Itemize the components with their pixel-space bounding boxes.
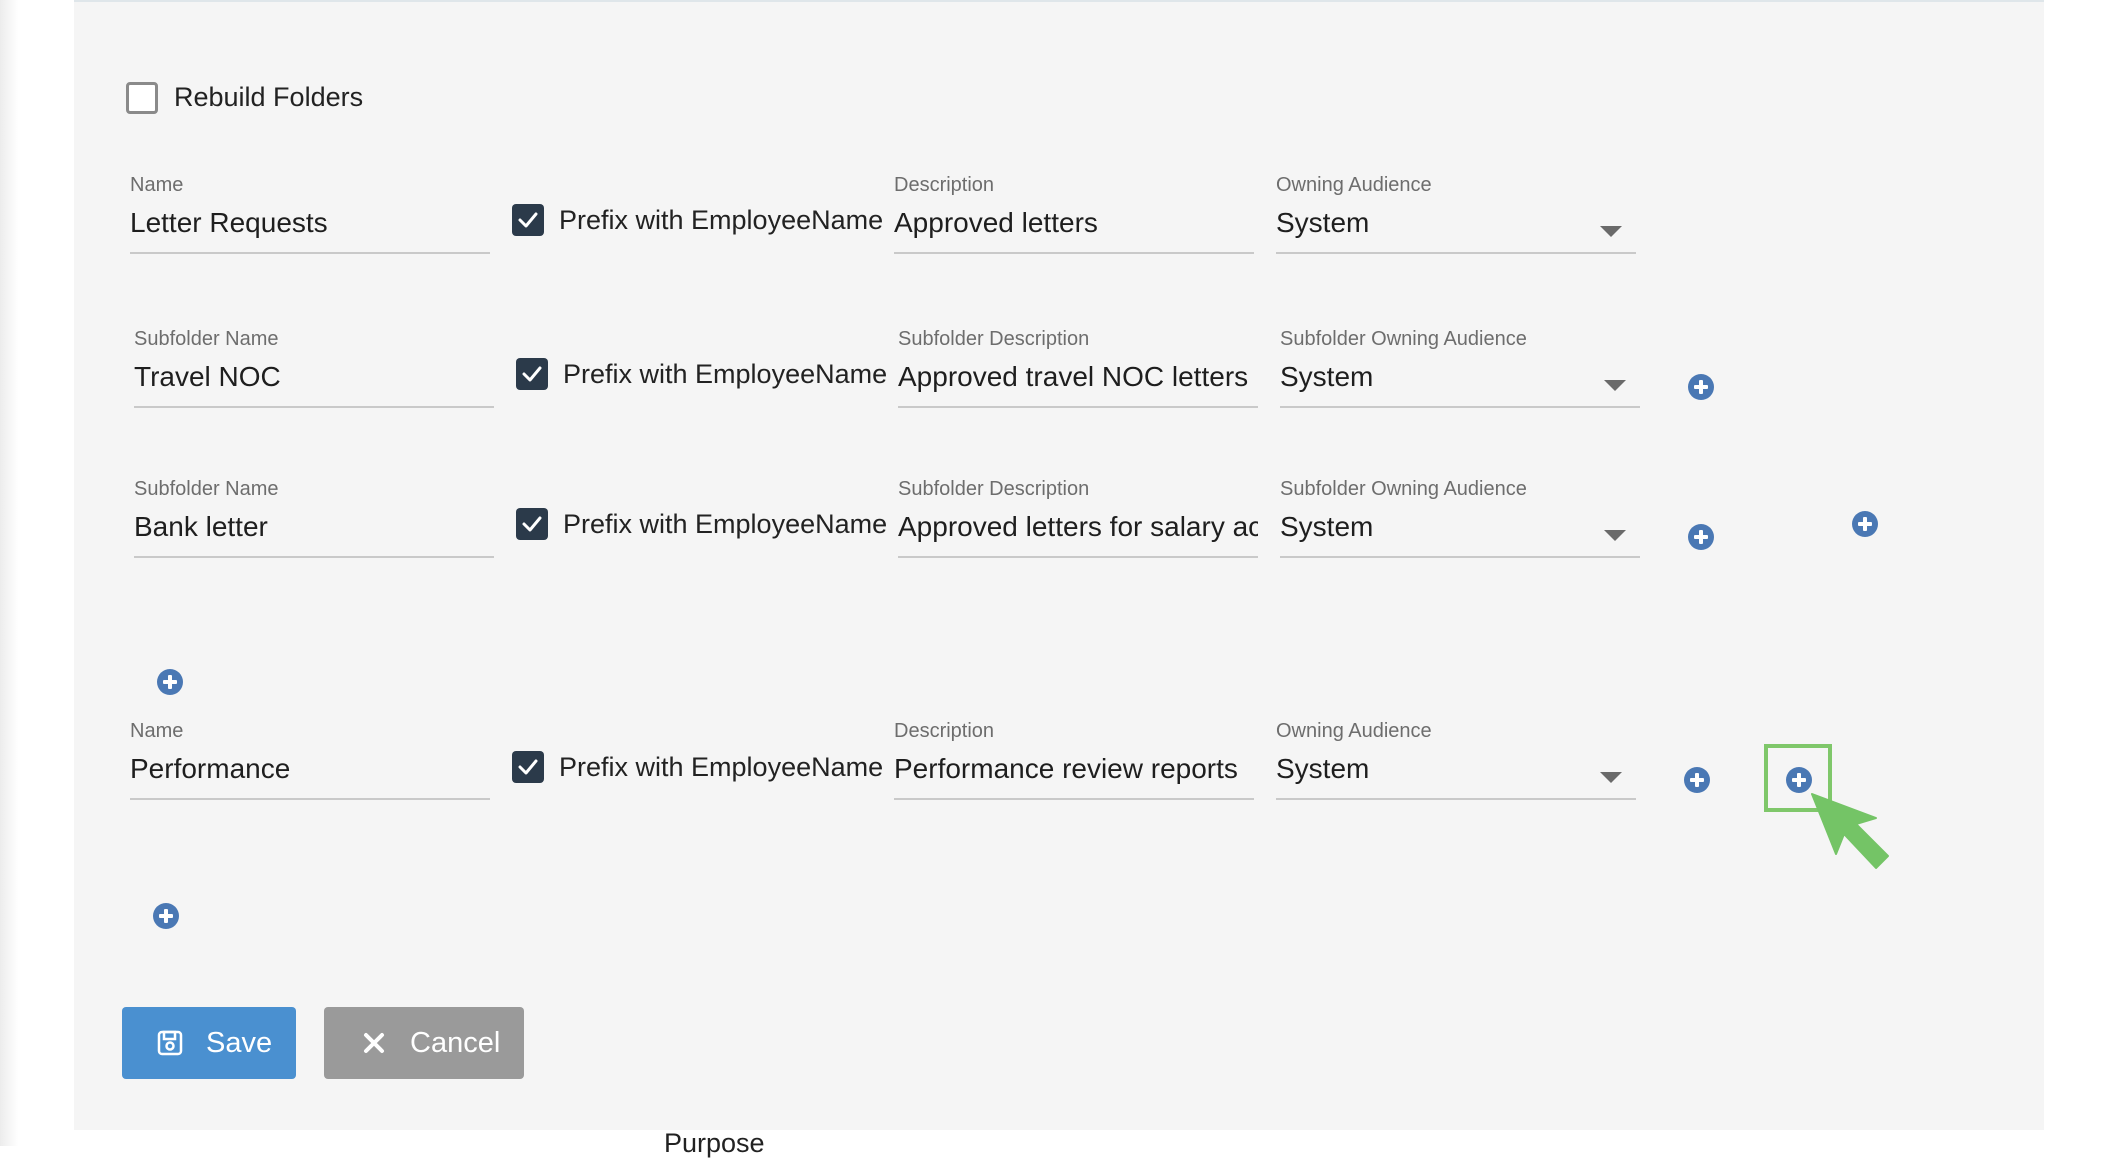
- prefix-employee-name-label: Prefix with EmployeeName: [559, 205, 884, 235]
- rebuild-folders-checkbox[interactable]: [126, 82, 158, 114]
- checkmark-icon: [518, 759, 538, 775]
- field-value: System: [1280, 361, 1374, 392]
- prefix-employee-name-label: Prefix with EmployeeName: [559, 752, 884, 782]
- field-value: System: [1276, 207, 1370, 238]
- field-label: Subfolder Description: [898, 478, 1090, 500]
- subfolder-prefix-checkbox[interactable]: [516, 508, 548, 540]
- field-value: Performance: [130, 753, 291, 784]
- subfolder-name-field[interactable]: Subfolder Name Travel NOC: [134, 328, 494, 408]
- add-subfolder-button[interactable]: [1683, 766, 1711, 794]
- cancel-button[interactable]: Cancel: [324, 1007, 524, 1079]
- field-label: Description: [894, 720, 995, 742]
- field-label: Name: [130, 174, 184, 196]
- folder-config-panel: [74, 0, 2044, 1130]
- plus-circle-icon: [157, 669, 183, 695]
- field-underline: [130, 798, 490, 800]
- field-label: Name: [130, 720, 184, 742]
- field-underline: [1280, 556, 1640, 558]
- subfolder-owning-audience-select[interactable]: Subfolder Owning Audience System: [1280, 478, 1640, 558]
- subfolder-name-field[interactable]: Subfolder Name Bank letter: [134, 478, 494, 558]
- folder-description-field[interactable]: Description Performance review reports: [894, 720, 1254, 800]
- pointer-cursor-icon: [1811, 793, 1889, 869]
- field-value: Approved letters for salary acc: [898, 511, 1258, 542]
- field-value: Performance review reports: [894, 753, 1238, 784]
- field-label: Subfolder Owning Audience: [1280, 328, 1527, 350]
- purpose-section-label: Purpose: [664, 1128, 765, 1158]
- cancel-button-label: Cancel: [410, 1026, 501, 1059]
- field-underline: [130, 252, 490, 254]
- field-label: Subfolder Owning Audience: [1280, 478, 1527, 500]
- plus-circle-icon: [1688, 374, 1714, 400]
- plus-circle-icon: [153, 903, 179, 929]
- field-label: Subfolder Name: [134, 328, 279, 350]
- field-underline: [1276, 252, 1636, 254]
- field-label: Subfolder Name: [134, 478, 279, 500]
- dropdown-caret-icon: [1604, 530, 1626, 541]
- dropdown-caret-icon: [1600, 226, 1622, 237]
- field-underline: [134, 556, 494, 558]
- field-underline: [1280, 406, 1640, 408]
- save-button[interactable]: Save: [122, 1007, 296, 1079]
- add-nested-subfolder-button[interactable]: [1851, 510, 1879, 538]
- field-label: Owning Audience: [1276, 720, 1432, 742]
- field-underline: [134, 406, 494, 408]
- add-subfolder-button[interactable]: [1687, 523, 1715, 551]
- add-subfolder-button[interactable]: [152, 902, 180, 930]
- subfolder-description-field[interactable]: Subfolder Description Approved letters f…: [898, 478, 1258, 558]
- field-label: Subfolder Description: [898, 328, 1090, 350]
- field-underline: [898, 406, 1258, 408]
- prefix-employee-name-checkbox[interactable]: [512, 751, 544, 783]
- folder-name-field[interactable]: Name Performance: [130, 720, 490, 800]
- folder-name-field[interactable]: Name Letter Requests: [130, 174, 490, 254]
- dropdown-caret-icon: [1604, 380, 1626, 391]
- field-underline: [894, 798, 1254, 800]
- field-label: Owning Audience: [1276, 174, 1432, 196]
- add-subfolder-button[interactable]: [1687, 373, 1715, 401]
- field-underline: [894, 252, 1254, 254]
- field-value: System: [1276, 753, 1370, 784]
- plus-circle-icon: [1852, 511, 1878, 537]
- subfolder-prefix-label: Prefix with EmployeeName: [563, 509, 888, 539]
- rebuild-folders-label: Rebuild Folders: [174, 82, 364, 112]
- folder-owning-audience-select[interactable]: Owning Audience System: [1276, 174, 1636, 254]
- add-subfolder-button[interactable]: [156, 668, 184, 696]
- field-value: Approved letters: [894, 207, 1098, 238]
- field-underline: [1276, 798, 1636, 800]
- folder-description-field[interactable]: Description Approved letters: [894, 174, 1254, 254]
- save-button-label: Save: [206, 1026, 273, 1059]
- field-value: Letter Requests: [130, 207, 328, 238]
- folder-owning-audience-select[interactable]: Owning Audience System: [1276, 720, 1636, 800]
- subfolder-description-field[interactable]: Subfolder Description Approved travel NO…: [898, 328, 1258, 408]
- checkmark-icon: [518, 212, 538, 228]
- page-left-shadow: [0, 0, 18, 1146]
- subfolder-owning-audience-select[interactable]: Subfolder Owning Audience System: [1280, 328, 1640, 408]
- plus-circle-icon: [1684, 767, 1710, 793]
- floppy-disk-icon: [157, 1030, 183, 1056]
- prefix-employee-name-checkbox[interactable]: [512, 204, 544, 236]
- plus-circle-icon: [1688, 524, 1714, 550]
- checkmark-icon: [522, 366, 542, 382]
- checkmark-icon: [522, 516, 542, 532]
- subfolder-prefix-checkbox[interactable]: [516, 358, 548, 390]
- subfolder-prefix-label: Prefix with EmployeeName: [563, 359, 888, 389]
- field-underline: [898, 556, 1258, 558]
- field-value: Travel NOC: [134, 361, 281, 392]
- field-label: Description: [894, 174, 995, 196]
- close-icon: [364, 1033, 384, 1053]
- field-value: Approved travel NOC letters: [898, 361, 1249, 392]
- field-value: Bank letter: [134, 511, 268, 542]
- dropdown-caret-icon: [1600, 772, 1622, 783]
- field-value: System: [1280, 511, 1374, 542]
